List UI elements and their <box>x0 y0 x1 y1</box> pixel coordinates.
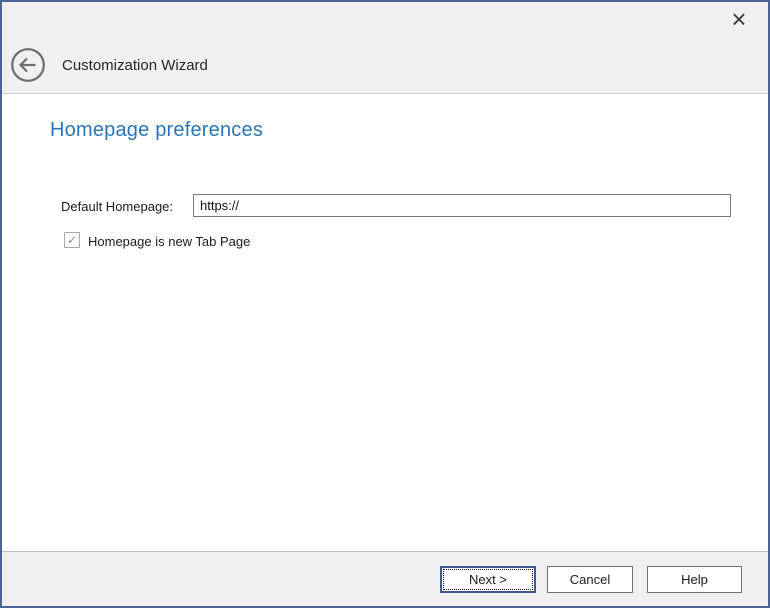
help-button[interactable]: Help <box>647 566 742 593</box>
homepage-input[interactable] <box>193 194 731 217</box>
back-arrow-icon <box>10 70 46 87</box>
page-title: Homepage preferences <box>50 119 263 142</box>
close-button[interactable]: × <box>725 5 753 33</box>
homepage-newtab-checkbox[interactable]: ✓ <box>64 232 80 248</box>
checkmark-icon: ✓ <box>67 234 77 246</box>
homepage-field-label: Default Homepage: <box>61 199 173 214</box>
wizard-header: × Customization Wizard <box>0 0 770 94</box>
next-button[interactable]: Next > <box>440 566 536 593</box>
back-button[interactable] <box>10 47 46 83</box>
close-icon: × <box>731 6 746 32</box>
homepage-newtab-checkbox-label: Homepage is new Tab Page <box>88 234 250 249</box>
cancel-button[interactable]: Cancel <box>547 566 633 593</box>
wizard-title: Customization Wizard <box>62 47 208 83</box>
wizard-dialog: × Customization Wizard Homepage preferen… <box>0 0 770 608</box>
